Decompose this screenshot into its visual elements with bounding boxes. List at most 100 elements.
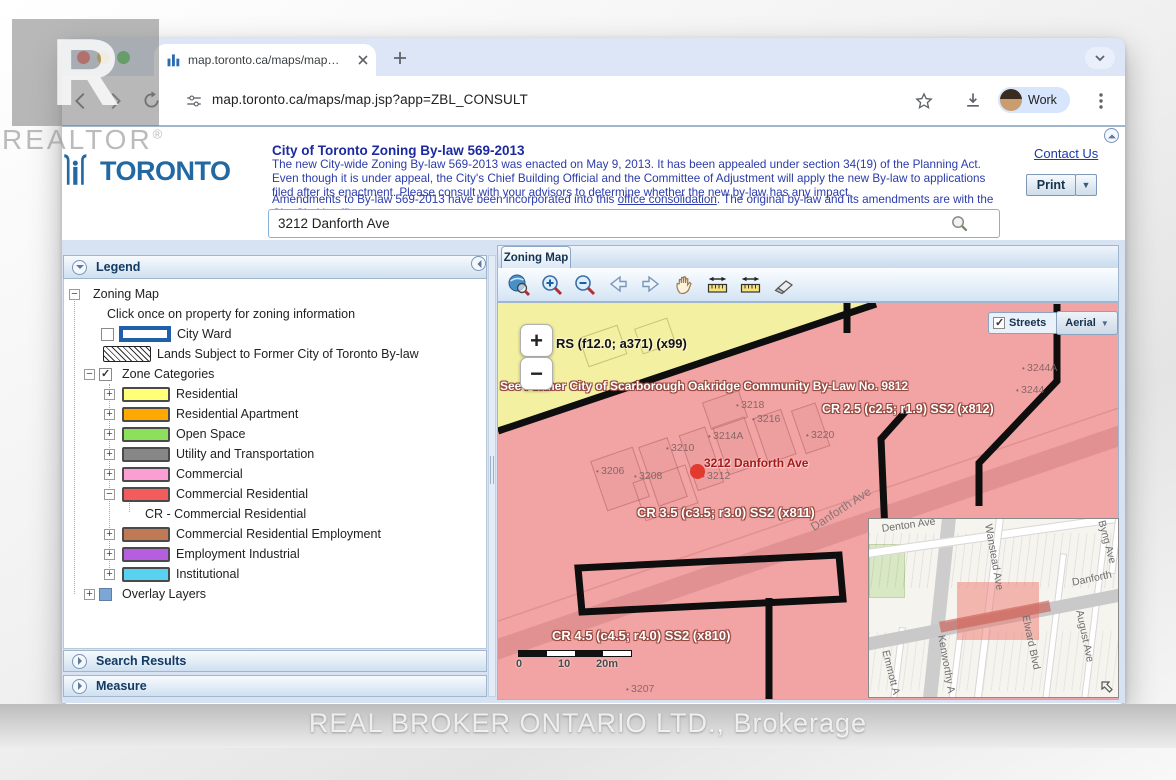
sidebar-splitter[interactable] <box>488 255 496 697</box>
tab-search-chevron-button[interactable] <box>1085 47 1115 69</box>
office-consolidation-link[interactable]: office consolidation <box>618 193 717 206</box>
measure-expand-icon[interactable] <box>72 679 87 694</box>
tree-item-zone[interactable]: Commercial <box>63 464 486 484</box>
tree-item-cr-subitem[interactable]: CR - Commercial Residential <box>63 504 486 524</box>
zoom-in-button[interactable] <box>539 273 565 297</box>
url-text[interactable]: map.toronto.ca/maps/map.jsp?app=ZBL_CONS… <box>212 92 528 107</box>
tree-item-zone[interactable]: Commercial Residential <box>63 484 486 504</box>
tree-item-zoning-map[interactable]: Zoning Map <box>63 284 486 304</box>
search-result-marker[interactable] <box>690 464 705 479</box>
minimize-window-button[interactable] <box>97 51 110 64</box>
tree-item-zone[interactable]: Utility and Transportation <box>63 444 486 464</box>
tree-item-city-ward[interactable]: City Ward <box>63 324 486 344</box>
collapse-header-button[interactable] <box>1104 128 1119 143</box>
expand-toggle-icon[interactable] <box>104 429 115 440</box>
profile-chip[interactable]: Work <box>998 87 1070 113</box>
tree-item-zone[interactable]: Employment Industrial <box>63 544 486 564</box>
map-zoom-out-button[interactable]: − <box>520 357 553 390</box>
zone-swatch <box>122 567 170 582</box>
overlay-layers-checkbox[interactable] <box>99 588 112 601</box>
expand-toggle-icon[interactable] <box>104 549 115 560</box>
zone-categories-checkbox[interactable] <box>99 368 112 381</box>
page-top-divider <box>62 125 1125 127</box>
search-results-expand-icon[interactable] <box>72 654 87 669</box>
zone-swatch <box>122 407 170 422</box>
zone-label-cr45: CR 4.5 (c4.5; r4.0) SS2 (x810) <box>552 628 730 643</box>
city-ward-checkbox[interactable] <box>101 328 114 341</box>
map-tab-bar <box>497 245 1119 269</box>
zoom-out-button[interactable] <box>572 273 598 297</box>
search-icon[interactable] <box>950 214 969 233</box>
streets-toggle[interactable]: Streets <box>988 312 1058 334</box>
site-info-icon[interactable] <box>185 92 203 110</box>
back-icon[interactable] <box>70 90 92 112</box>
scale-label-0: 0 <box>516 658 522 670</box>
tree-item-zone[interactable]: Open Space <box>63 424 486 444</box>
new-tab-button[interactable] <box>392 50 408 66</box>
measure-panel-header[interactable]: Measure <box>63 675 487 697</box>
measure-title: Measure <box>96 679 147 693</box>
zoom-fullextent-button[interactable] <box>506 273 532 297</box>
print-dropdown-button[interactable]: ▼ <box>1075 174 1097 196</box>
contact-us-link[interactable]: Contact Us <box>1034 146 1098 161</box>
scale-bar <box>518 650 632 657</box>
expand-toggle-icon[interactable] <box>104 469 115 480</box>
previous-extent-button[interactable] <box>605 273 631 297</box>
sidebar-collapse-button[interactable] <box>471 256 486 271</box>
lands-hatch-swatch <box>103 346 151 362</box>
arrow-left-icon <box>606 273 630 297</box>
expand-toggle-icon[interactable] <box>84 589 95 600</box>
map-zoom-in-button[interactable]: + <box>520 324 553 357</box>
tree-label: Utility and Transportation <box>176 447 314 461</box>
expand-toggle-icon[interactable] <box>104 529 115 540</box>
pan-button[interactable] <box>671 273 697 297</box>
tree-label: City Ward <box>177 327 231 341</box>
expand-toggle-icon[interactable] <box>104 409 115 420</box>
expand-toggle-icon[interactable] <box>104 449 115 460</box>
house-number: 3208 <box>634 470 662 482</box>
next-extent-button[interactable] <box>638 273 664 297</box>
search-results-panel-header[interactable]: Search Results <box>63 650 487 672</box>
tree-item-zone[interactable]: Commercial Residential Employment <box>63 524 486 544</box>
tree-item-overlay-layers[interactable]: Overlay Layers <box>63 584 486 604</box>
inset-toggle-arrow-icon[interactable] <box>1099 679 1115 695</box>
reload-icon[interactable] <box>141 90 162 111</box>
ruler-distance-icon <box>705 273 730 297</box>
address-search-input[interactable] <box>268 209 1000 238</box>
collapse-toggle-icon[interactable] <box>84 369 95 380</box>
tree-item-zone[interactable]: Residential <box>63 384 486 404</box>
streets-checkbox[interactable] <box>993 317 1005 329</box>
expand-toggle-icon[interactable] <box>104 569 115 580</box>
streets-label: Streets <box>1009 317 1046 329</box>
tree-item-zone[interactable]: Residential Apartment <box>63 404 486 424</box>
aerial-dropdown[interactable]: Aerial ▼ <box>1056 311 1118 335</box>
legend-collapse-icon[interactable] <box>72 260 87 275</box>
tree-label: Commercial Residential Employment <box>176 527 381 541</box>
maximize-window-button[interactable] <box>117 51 130 64</box>
legend-panel-header[interactable]: Legend <box>63 255 487 279</box>
zoning-map-tab[interactable]: Zoning Map <box>501 246 571 269</box>
house-number: 3244 <box>1016 384 1044 396</box>
tree-item-zone[interactable]: Institutional <box>63 564 486 584</box>
house-number: 3244A <box>1022 362 1057 374</box>
collapse-toggle-icon[interactable] <box>104 489 115 500</box>
close-window-button[interactable] <box>77 51 90 64</box>
tree-label: Residential <box>176 387 238 401</box>
tree-item-lands-subject: Lands Subject to Former City of Toronto … <box>63 344 486 364</box>
print-button[interactable]: Print <box>1026 174 1076 196</box>
measure-area-button[interactable] <box>737 273 763 297</box>
overview-inset-map[interactable]: Denton Ave Wanstead Ave Byng Ave Danfort… <box>868 518 1119 698</box>
tab-close-icon[interactable] <box>356 53 370 67</box>
measure-distance-button[interactable] <box>704 273 730 297</box>
forward-icon[interactable] <box>104 90 126 112</box>
expand-toggle-icon[interactable] <box>104 389 115 400</box>
download-icon[interactable] <box>963 90 983 110</box>
collapse-toggle-icon[interactable] <box>69 289 80 300</box>
browser-menu-icon[interactable] <box>1092 91 1110 111</box>
bookmark-star-icon[interactable] <box>914 91 934 111</box>
clear-graphics-button[interactable] <box>770 273 796 297</box>
house-number: 3216 <box>752 413 780 425</box>
arrow-right-icon <box>639 273 663 297</box>
tree-item-zone-categories[interactable]: Zone Categories <box>63 364 486 384</box>
toronto-cityhall-icon <box>60 149 98 189</box>
